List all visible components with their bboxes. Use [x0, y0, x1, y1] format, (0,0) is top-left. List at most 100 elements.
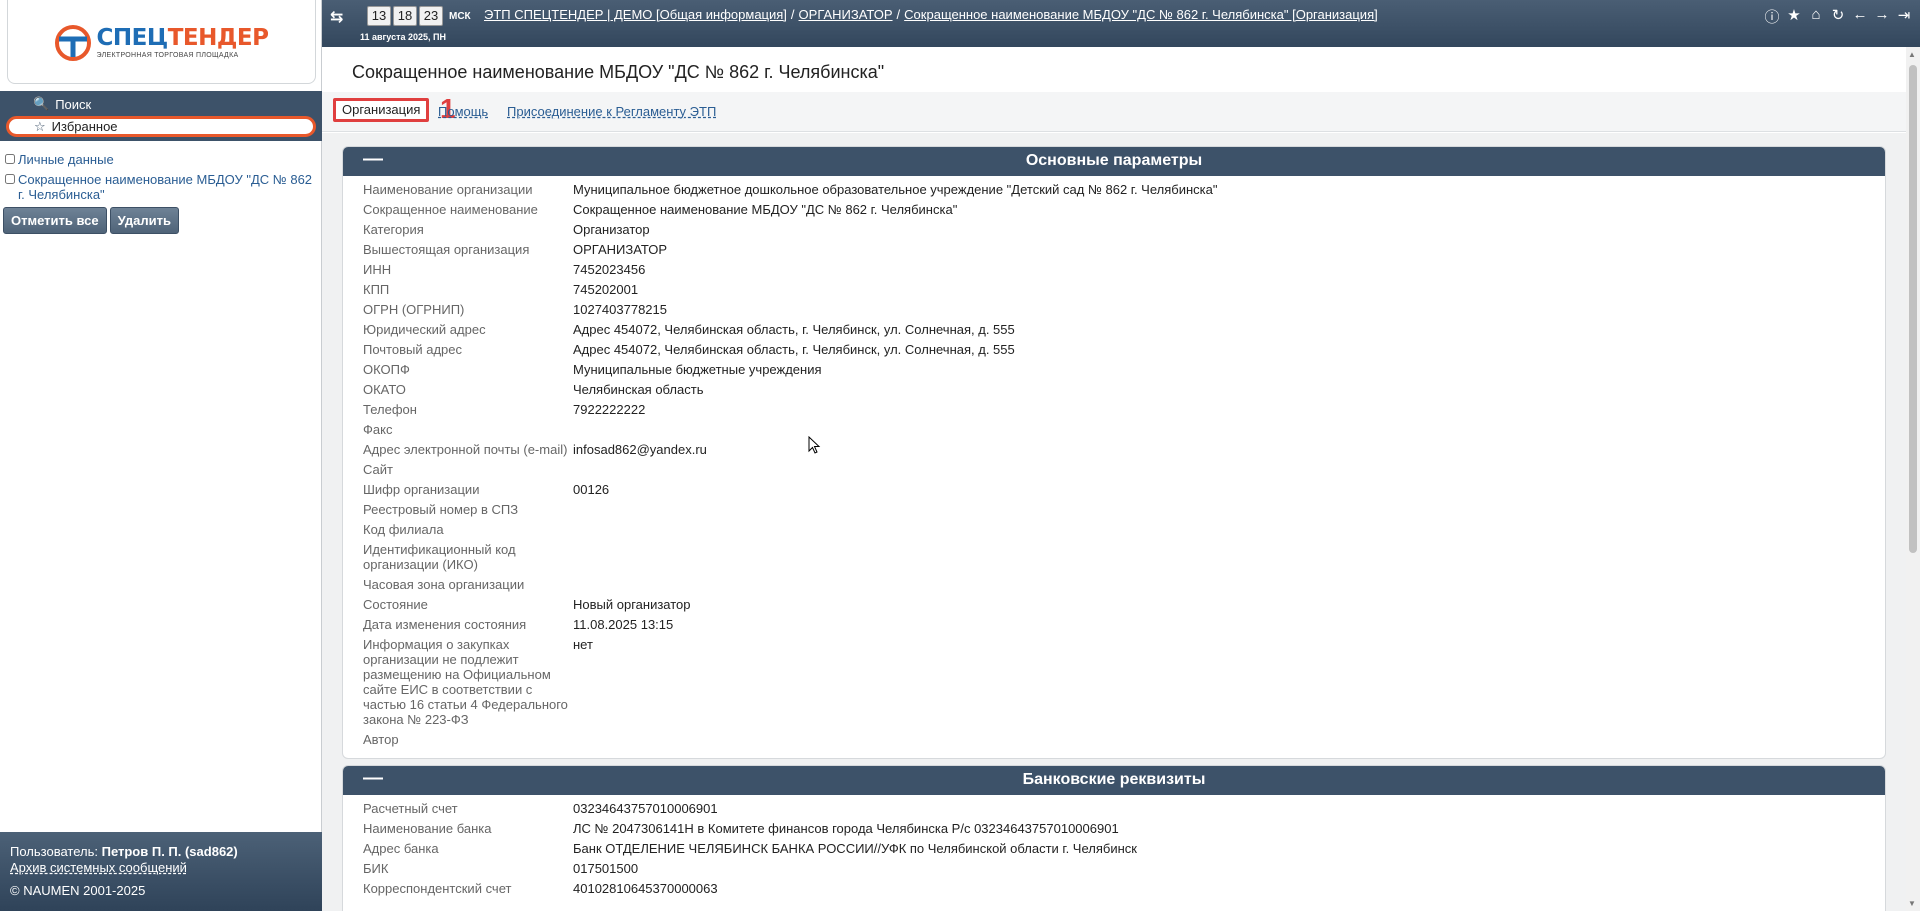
param-value: 7452023456	[573, 262, 646, 277]
search-icon: 🔍	[33, 96, 50, 111]
param-label: Состояние	[363, 597, 428, 612]
favorite-checkbox[interactable]	[5, 154, 15, 164]
param-row: Телефон 7922222222	[343, 400, 1885, 420]
param-label: ОКАТО	[363, 382, 406, 397]
param-value: 00126	[573, 482, 610, 497]
refresh-icon[interactable]: ↻	[1830, 6, 1846, 27]
param-label: ИНН	[363, 262, 392, 277]
param-row: Реестровый номер в СПЗ	[343, 500, 1885, 520]
clock-hours: 13	[367, 6, 391, 26]
top-bar: ⇆ 13 18 23 МСК 11 августа 2025, ПН ЭТП С…	[322, 0, 1920, 47]
logo[interactable]: СПЕЦТЕНДЕР ЭЛЕКТРОННАЯ ТОРГОВАЯ ПЛОЩАДКА	[54, 24, 269, 61]
user-name: Петров П. П. (sad862)	[101, 844, 238, 859]
param-value: Организатор	[573, 222, 650, 237]
param-row: Адрес банка Банк ОТДЕЛЕНИЕ ЧЕЛЯБИНСК БАНК…	[343, 839, 1885, 859]
scroll-thumb[interactable]	[1909, 65, 1917, 553]
delete-button[interactable]: Удалить	[109, 207, 179, 234]
param-value: 11.08.2025 13:15	[573, 617, 674, 632]
param-row: Наименование организации Муниципальное бю…	[343, 180, 1885, 200]
param-label: Юридический адрес	[363, 322, 486, 337]
param-value: 40102810645370000063	[573, 881, 718, 896]
clock: 13 18 23 МСК	[367, 6, 471, 26]
param-row: Информация о закупках организации не под…	[343, 635, 1885, 730]
param-value: Муниципальные бюджетные учреждения	[573, 362, 822, 377]
param-row: Юридический адрес Адрес 454072, Челябинск…	[343, 320, 1885, 340]
param-label: Расчетный счет	[363, 801, 458, 816]
param-label: ОГРН (ОГРНИП)	[363, 302, 465, 317]
breadcrumb-item[interactable]: Сокращенное наименование МБДОУ "ДС № 862…	[904, 7, 1378, 22]
top-toolbar: ⓘ ★ ⌂ ↻ ← → ⇥	[1764, 6, 1912, 27]
param-label: Информация о закупках организации не под…	[363, 637, 568, 727]
sidebar-footer: Пользователь: Петров П. П. (sad862) Архи…	[0, 832, 322, 911]
breadcrumb: ЭТП СПЕЦТЕНДЕР | ДЕМО [Общая информация]…	[484, 7, 1378, 22]
favorites-list-item: Личные данные	[3, 152, 319, 167]
param-value: Банк ОТДЕЛЕНИЕ ЧЕЛЯБИНСК БАНКА РОССИИ//У…	[573, 841, 1137, 856]
breadcrumb-item[interactable]: ЭТП СПЕЦТЕНДЕР | ДЕМО [Общая информация]	[484, 7, 787, 22]
clock-seconds: 23	[419, 6, 443, 26]
favorites-list: Личные данные Сокращенное наименование М…	[3, 152, 319, 207]
param-value: нет	[573, 637, 593, 652]
param-label: Категория	[363, 222, 424, 237]
mouse-cursor-icon	[808, 436, 821, 454]
param-row: ОКАТО Челябинская область	[343, 380, 1885, 400]
main-params-panel: — Основные параметры Наименование органи…	[342, 146, 1886, 759]
param-value: Муниципальное бюджетное дошкольное образ…	[573, 182, 1218, 197]
star-icon[interactable]: ★	[1786, 6, 1802, 27]
param-row: Почтовый адрес Адрес 454072, Челябинская …	[343, 340, 1885, 360]
user-prefix: Пользователь:	[10, 844, 102, 859]
param-row: КПП 745202001	[343, 280, 1885, 300]
scroll-down-icon[interactable]: ▼	[1908, 899, 1916, 908]
param-label: Телефон	[363, 402, 417, 417]
param-row: Расчетный счет 03234643757010006901	[343, 799, 1885, 819]
nav-favorites-link[interactable]: ☆ Избранное	[6, 116, 316, 137]
param-label: Сайт	[363, 462, 393, 477]
param-label: Адрес банка	[363, 841, 439, 856]
main-params-title: Основные параметры	[1025, 152, 1203, 169]
param-row: БИК 017501500	[343, 859, 1885, 879]
param-row: Корреспондентский счет 401028106453700000…	[343, 879, 1885, 899]
copyright: © NAUMEN 2001-2025	[10, 883, 146, 898]
logo-container[interactable]: СПЕЦТЕНДЕР ЭЛЕКТРОННАЯ ТОРГОВАЯ ПЛОЩАДКА	[7, 0, 316, 84]
param-label: Дата изменения состояния	[363, 617, 527, 632]
tab-regulations[interactable]: Присоединение к Регламенту ЭТП	[507, 104, 716, 119]
nav-search-link[interactable]: 🔍 Поиск	[0, 94, 322, 114]
main-params-list: Наименование организации Муниципальное бю…	[343, 176, 1885, 756]
param-value: 745202001	[573, 282, 639, 297]
logo-text: СПЕЦТЕНДЕР	[96, 24, 269, 51]
logout-icon[interactable]: ⇥	[1896, 6, 1912, 27]
bank-details-title: Банковские реквизиты	[1022, 771, 1206, 788]
param-row: Категория Организатор	[343, 220, 1885, 240]
forward-icon[interactable]: →	[1874, 6, 1890, 27]
toggle-sidebar-icon[interactable]: ⇆	[330, 7, 343, 27]
clock-timezone: МСК	[449, 10, 471, 22]
sidebar-nav: 🔍 Поиск ☆ Избранное	[0, 91, 322, 141]
breadcrumb-item[interactable]: ОРГАНИЗАТОР	[799, 7, 893, 22]
param-value: Адрес 454072, Челябинская область, г. Че…	[573, 322, 1015, 337]
param-row: Дата изменения состояния 11.08.2025 13:15	[343, 615, 1885, 635]
param-value: infosad862@yandex.ru	[573, 442, 707, 457]
select-all-button[interactable]: Отметить все	[3, 207, 107, 234]
clock-minutes: 18	[393, 6, 417, 26]
scrollbar[interactable]: ▲ ▼	[1906, 47, 1920, 911]
param-value: ОРГАНИЗАТОР	[573, 242, 668, 257]
param-row: Сайт	[343, 460, 1885, 480]
star-outline-icon: ☆	[34, 118, 46, 134]
favorite-link[interactable]: Личные данные	[18, 152, 114, 167]
back-icon[interactable]: ←	[1852, 6, 1868, 27]
scroll-up-icon[interactable]: ▲	[1908, 50, 1916, 59]
favorite-checkbox[interactable]	[5, 174, 15, 184]
param-value: Адрес 454072, Челябинская область, г. Че…	[573, 342, 1015, 357]
help-icon[interactable]: ⓘ	[1764, 6, 1780, 27]
param-label: Шифр организации	[363, 482, 480, 497]
home-icon[interactable]: ⌂	[1808, 6, 1824, 27]
tab-help[interactable]: Помощь	[438, 104, 488, 119]
favorite-link[interactable]: Сокращенное наименование МБДОУ "ДС № 862…	[18, 172, 313, 202]
param-row: Код филиала	[343, 520, 1885, 540]
param-value: ЛС № 2047306141Н в Комитете финансов гор…	[573, 821, 1119, 836]
favorites-list-item: Сокращенное наименование МБДОУ "ДС № 862…	[3, 172, 319, 202]
archive-messages-link[interactable]: Архив системных сообщений	[10, 860, 187, 875]
bank-details-header[interactable]: — Банковские реквизиты	[343, 766, 1885, 795]
main-params-header[interactable]: — Основные параметры	[343, 147, 1885, 176]
param-row: Адрес электронной почты (e-mail) infosad8…	[343, 440, 1885, 460]
tab-organization[interactable]: Организация	[333, 98, 430, 122]
